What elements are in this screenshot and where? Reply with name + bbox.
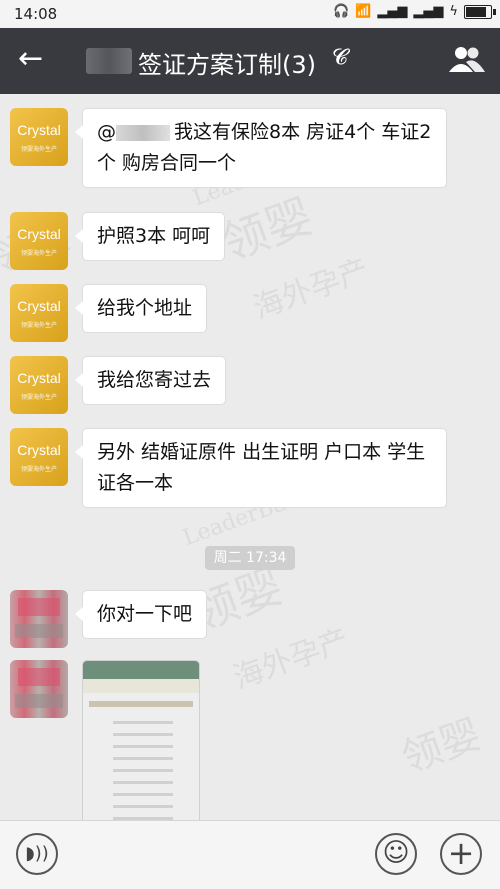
image-thumb-part [83, 661, 199, 679]
avatar[interactable]: Crystal 领婴海外生产 [10, 428, 68, 486]
message-bubble[interactable]: @ 我这有保险8本 房证4个 车证2个 购房合同一个 [75, 108, 447, 188]
blurred-group-name [86, 48, 132, 74]
battery-icon [464, 4, 496, 19]
message-text: 另外 结婚证原件 出生证明 户口本 学生证各一本 [97, 441, 426, 494]
image-message[interactable] [82, 660, 200, 820]
chat-area[interactable]: 领婴 海外孕产 LeaderBaby 领婴 海外孕产 LeaderBaby 领婴… [0, 94, 500, 820]
avatar-sub: 领婴海外生产 [20, 394, 57, 401]
blurred-mention-name [116, 124, 170, 141]
headphones-icon: 🎧 [333, 4, 350, 19]
back-arrow-icon[interactable]: ← [18, 42, 43, 76]
avatar-brand: Crystal [17, 122, 61, 138]
message-text: 我给您寄过去 [97, 369, 212, 391]
avatar[interactable]: Crystal 领婴海外生产 [10, 108, 68, 166]
group-members-icon[interactable] [448, 44, 486, 76]
message-text: 给我个地址 [97, 297, 193, 319]
avatar[interactable]: Crystal 领婴海外生产 [10, 212, 68, 270]
image-thumb-part [89, 701, 193, 707]
avatar-sub: 领婴海外生产 [20, 466, 57, 473]
chat-title: 签证方案订制(3) [138, 51, 316, 79]
status-time: 14:08 [14, 5, 58, 23]
message-bubble[interactable]: 护照3本 呵呵 [74, 212, 226, 261]
timestamp-chip: 周二 17:34 [205, 546, 295, 570]
earpiece-icon[interactable]: 𝓒 [332, 45, 348, 70]
plus-icon[interactable]: + [440, 833, 482, 875]
emoji-icon[interactable]: ☺ [375, 833, 417, 875]
voice-icon[interactable]: ◗)) [16, 833, 58, 875]
battery-fill [466, 6, 487, 17]
status-bar: 14:08 🎧 📶 ▂▄▆ ▂▄▆ ϟ [0, 0, 500, 28]
watermark: 领婴 [214, 188, 320, 271]
message-bubble[interactable]: 给我个地址 [74, 284, 208, 333]
watermark: 领婴 [395, 711, 487, 783]
signal-icon-2: ▂▄▆ [413, 4, 444, 19]
avatar[interactable]: Crystal 领婴海外生产 [10, 356, 68, 414]
avatar-sub: 领婴海外生产 [20, 322, 57, 329]
avatar-brand: Crystal [17, 442, 61, 458]
avatar[interactable]: Crystal 领婴海外生产 [10, 284, 68, 342]
watermark: 海外孕产 [248, 252, 374, 327]
avatar-sub: 领婴海外生产 [20, 146, 57, 153]
image-thumb-part [113, 721, 173, 820]
message-text: 护照3本 呵呵 [97, 225, 211, 247]
user-avatar[interactable] [10, 590, 68, 648]
message-bubble[interactable]: 另外 结婚证原件 出生证明 户口本 学生证各一本 [75, 428, 447, 508]
user-avatar[interactable] [10, 660, 68, 718]
avatar-brand: Crystal [17, 226, 61, 242]
message-bubble[interactable]: 我给您寄过去 [74, 356, 227, 405]
charging-icon: ϟ [449, 4, 458, 19]
wifi-icon: 📶 [355, 4, 372, 19]
watermark: 海外孕产 [228, 622, 354, 697]
avatar-brand: Crystal [17, 298, 61, 314]
message-text: 你对一下吧 [97, 603, 193, 625]
mention-at: @ [97, 121, 116, 143]
avatar-sub: 领婴海外生产 [20, 250, 57, 257]
input-bar: ◗)) ☺ + [0, 820, 500, 889]
status-icons: 🎧 📶 ▂▄▆ ▂▄▆ ϟ [333, 4, 496, 19]
image-thumb-part [83, 679, 199, 693]
avatar-brand: Crystal [17, 370, 61, 386]
signal-icon: ▂▄▆ [377, 4, 408, 19]
message-bubble[interactable]: 你对一下吧 [74, 590, 208, 639]
chat-header: ← 签证方案订制(3) 𝓒 [0, 28, 500, 94]
